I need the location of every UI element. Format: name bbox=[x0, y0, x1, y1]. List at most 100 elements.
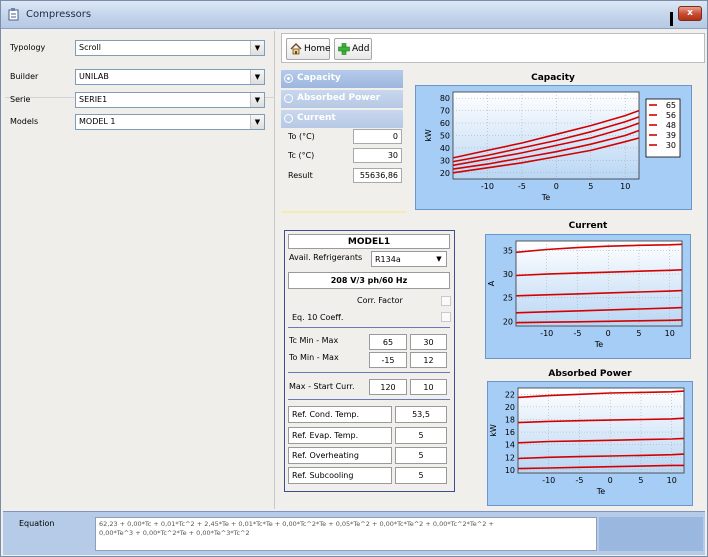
y-tick-label: 80 bbox=[440, 94, 450, 103]
y-axis-label: kW bbox=[424, 129, 433, 142]
home-button[interactable]: Home bbox=[286, 38, 331, 60]
y-tick-label: 30 bbox=[503, 270, 513, 279]
y-tick-label: 60 bbox=[440, 119, 450, 128]
y-tick-label: 10 bbox=[505, 466, 515, 475]
x-tick-label: 0 bbox=[606, 329, 611, 338]
radio-capacity[interactable]: Capacity bbox=[281, 70, 403, 88]
start-curr-input[interactable]: 10 bbox=[410, 379, 447, 395]
result-field: 55636,86 bbox=[353, 168, 402, 183]
equation-field[interactable]: 62,23 + 0,00*Tc + 0,01*Tc^2 + 2,45*Te + … bbox=[95, 517, 597, 551]
serie-combo[interactable]: SERIE1 ▼ bbox=[75, 92, 265, 108]
y-axis-label: A bbox=[487, 280, 496, 286]
chevron-down-icon[interactable]: ▼ bbox=[250, 93, 264, 107]
x-tick-label: 0 bbox=[554, 182, 559, 191]
x-tick-label: -10 bbox=[542, 476, 555, 485]
add-button[interactable]: Add bbox=[334, 38, 372, 60]
y-tick-label: 18 bbox=[505, 415, 515, 424]
eq10-label: Eq. 10 Coeff. bbox=[292, 313, 344, 322]
models-value: MODEL 1 bbox=[79, 117, 116, 126]
legend-label: 48 bbox=[666, 121, 676, 130]
serie-value: SERIE1 bbox=[79, 95, 108, 104]
current-chart-title: Current bbox=[568, 221, 608, 231]
divider bbox=[288, 399, 450, 400]
current-chart-svg: -10 -5 0 5 10 20 25 30 35 Te A bbox=[487, 240, 683, 349]
compressor-app-icon bbox=[8, 8, 19, 21]
model-name: MODEL1 bbox=[288, 234, 450, 249]
window-title: Compressors bbox=[26, 9, 92, 20]
x-tick-label: -10 bbox=[540, 329, 553, 338]
tc-min-input[interactable]: 65 bbox=[369, 334, 407, 350]
chevron-down-icon[interactable]: ▼ bbox=[250, 70, 264, 84]
tc-max-input[interactable]: 30 bbox=[410, 334, 447, 350]
builder-label: Builder bbox=[10, 72, 39, 81]
y-tick-label: 20 bbox=[440, 169, 450, 178]
absorbed-chart-svg: -10 -5 0 5 10 10 12 14 16 18 20 22 Te kW bbox=[489, 387, 685, 496]
left-panel: Typology Scroll ▼ Builder UNILAB ▼ Serie… bbox=[3, 31, 275, 509]
curr-label: Max - Start Curr. bbox=[289, 382, 355, 391]
subcooling-input[interactable]: 5 bbox=[395, 467, 447, 484]
legend-label: 65 bbox=[666, 101, 676, 110]
toolbar: Home Add bbox=[281, 33, 705, 63]
y-tick-label: 35 bbox=[503, 246, 513, 255]
cond-temp-input[interactable]: 53,5 bbox=[395, 406, 447, 423]
tc-minmax-label: Tc Min - Max bbox=[289, 336, 339, 345]
home-label: Home bbox=[304, 44, 331, 54]
chevron-down-icon[interactable]: ▼ bbox=[250, 115, 264, 129]
absorbed-chart-title: Absorbed Power bbox=[548, 369, 632, 379]
chevron-down-icon[interactable]: ▼ bbox=[250, 41, 264, 55]
y-tick-label: 20 bbox=[505, 403, 515, 412]
typology-combo[interactable]: Scroll ▼ bbox=[75, 40, 265, 56]
legend-label: 56 bbox=[666, 111, 676, 120]
y-tick-label: 20 bbox=[503, 317, 513, 326]
radio-current[interactable]: Current bbox=[281, 110, 403, 128]
builder-combo[interactable]: UNILAB ▼ bbox=[75, 69, 265, 85]
close-icon: x bbox=[687, 8, 693, 18]
cond-temp-label: Ref. Cond. Temp. bbox=[288, 406, 392, 423]
equation-bar: Equation 62,23 + 0,00*Tc + 0,01*Tc^2 + 2… bbox=[3, 511, 705, 555]
result-label: Result bbox=[288, 171, 313, 180]
to-max-input[interactable]: 12 bbox=[410, 352, 447, 368]
to-label: To (°C) bbox=[288, 132, 315, 141]
y-tick-label: 30 bbox=[440, 156, 450, 165]
legend-label: 39 bbox=[666, 131, 676, 140]
y-tick-label: 16 bbox=[505, 428, 515, 437]
radio-absorbed-label: Absorbed Power bbox=[297, 93, 381, 103]
to-input[interactable]: 0 bbox=[353, 129, 402, 144]
corr-factor-checkbox[interactable] bbox=[441, 296, 451, 306]
power-supply: 208 V/3 ph/60 Hz bbox=[288, 272, 450, 289]
close-button[interactable]: x bbox=[678, 6, 702, 21]
x-tick-label: 5 bbox=[636, 329, 641, 338]
to-min-input[interactable]: -15 bbox=[369, 352, 407, 368]
equation-line-1: 62,23 + 0,00*Tc + 0,01*Tc^2 + 2,45*Te + … bbox=[99, 520, 494, 528]
equation-side-panel bbox=[599, 517, 703, 551]
y-axis-label: kW bbox=[489, 424, 498, 437]
corr-factor-label: Corr. Factor bbox=[357, 296, 403, 305]
legend-label: 30 bbox=[666, 141, 676, 150]
eq10-checkbox[interactable] bbox=[441, 312, 451, 322]
x-tick-label: 5 bbox=[638, 476, 643, 485]
refrigerant-value: R134a bbox=[375, 255, 401, 264]
serie-label: Serie bbox=[10, 95, 31, 104]
y-tick-label: 22 bbox=[505, 390, 515, 399]
equation-label: Equation bbox=[19, 519, 55, 528]
divider bbox=[670, 12, 673, 26]
y-tick-label: 70 bbox=[440, 107, 450, 116]
radio-current-label: Current bbox=[297, 113, 336, 123]
chevron-down-icon[interactable]: ▼ bbox=[433, 252, 445, 267]
capacity-chart-title: Capacity bbox=[531, 73, 575, 83]
tc-input[interactable]: 30 bbox=[353, 148, 402, 163]
overheating-label: Ref. Overheating bbox=[288, 447, 392, 464]
x-tick-label: -5 bbox=[575, 476, 583, 485]
current-chart: -10 -5 0 5 10 20 25 30 35 Te A bbox=[485, 234, 691, 359]
radio-absorbed-power[interactable]: Absorbed Power bbox=[281, 90, 403, 108]
models-combo[interactable]: MODEL 1 ▼ bbox=[75, 114, 265, 130]
x-tick-label: -10 bbox=[481, 182, 494, 191]
max-curr-input[interactable]: 120 bbox=[369, 379, 407, 395]
x-tick-label: 10 bbox=[667, 476, 677, 485]
overheating-input[interactable]: 5 bbox=[395, 447, 447, 464]
evap-temp-input[interactable]: 5 bbox=[395, 427, 447, 444]
plot-area bbox=[517, 387, 685, 474]
refrigerant-combo[interactable]: R134a ▼ bbox=[371, 251, 447, 267]
x-tick-label: 10 bbox=[665, 329, 675, 338]
tc-label: Tc (°C) bbox=[288, 151, 315, 160]
